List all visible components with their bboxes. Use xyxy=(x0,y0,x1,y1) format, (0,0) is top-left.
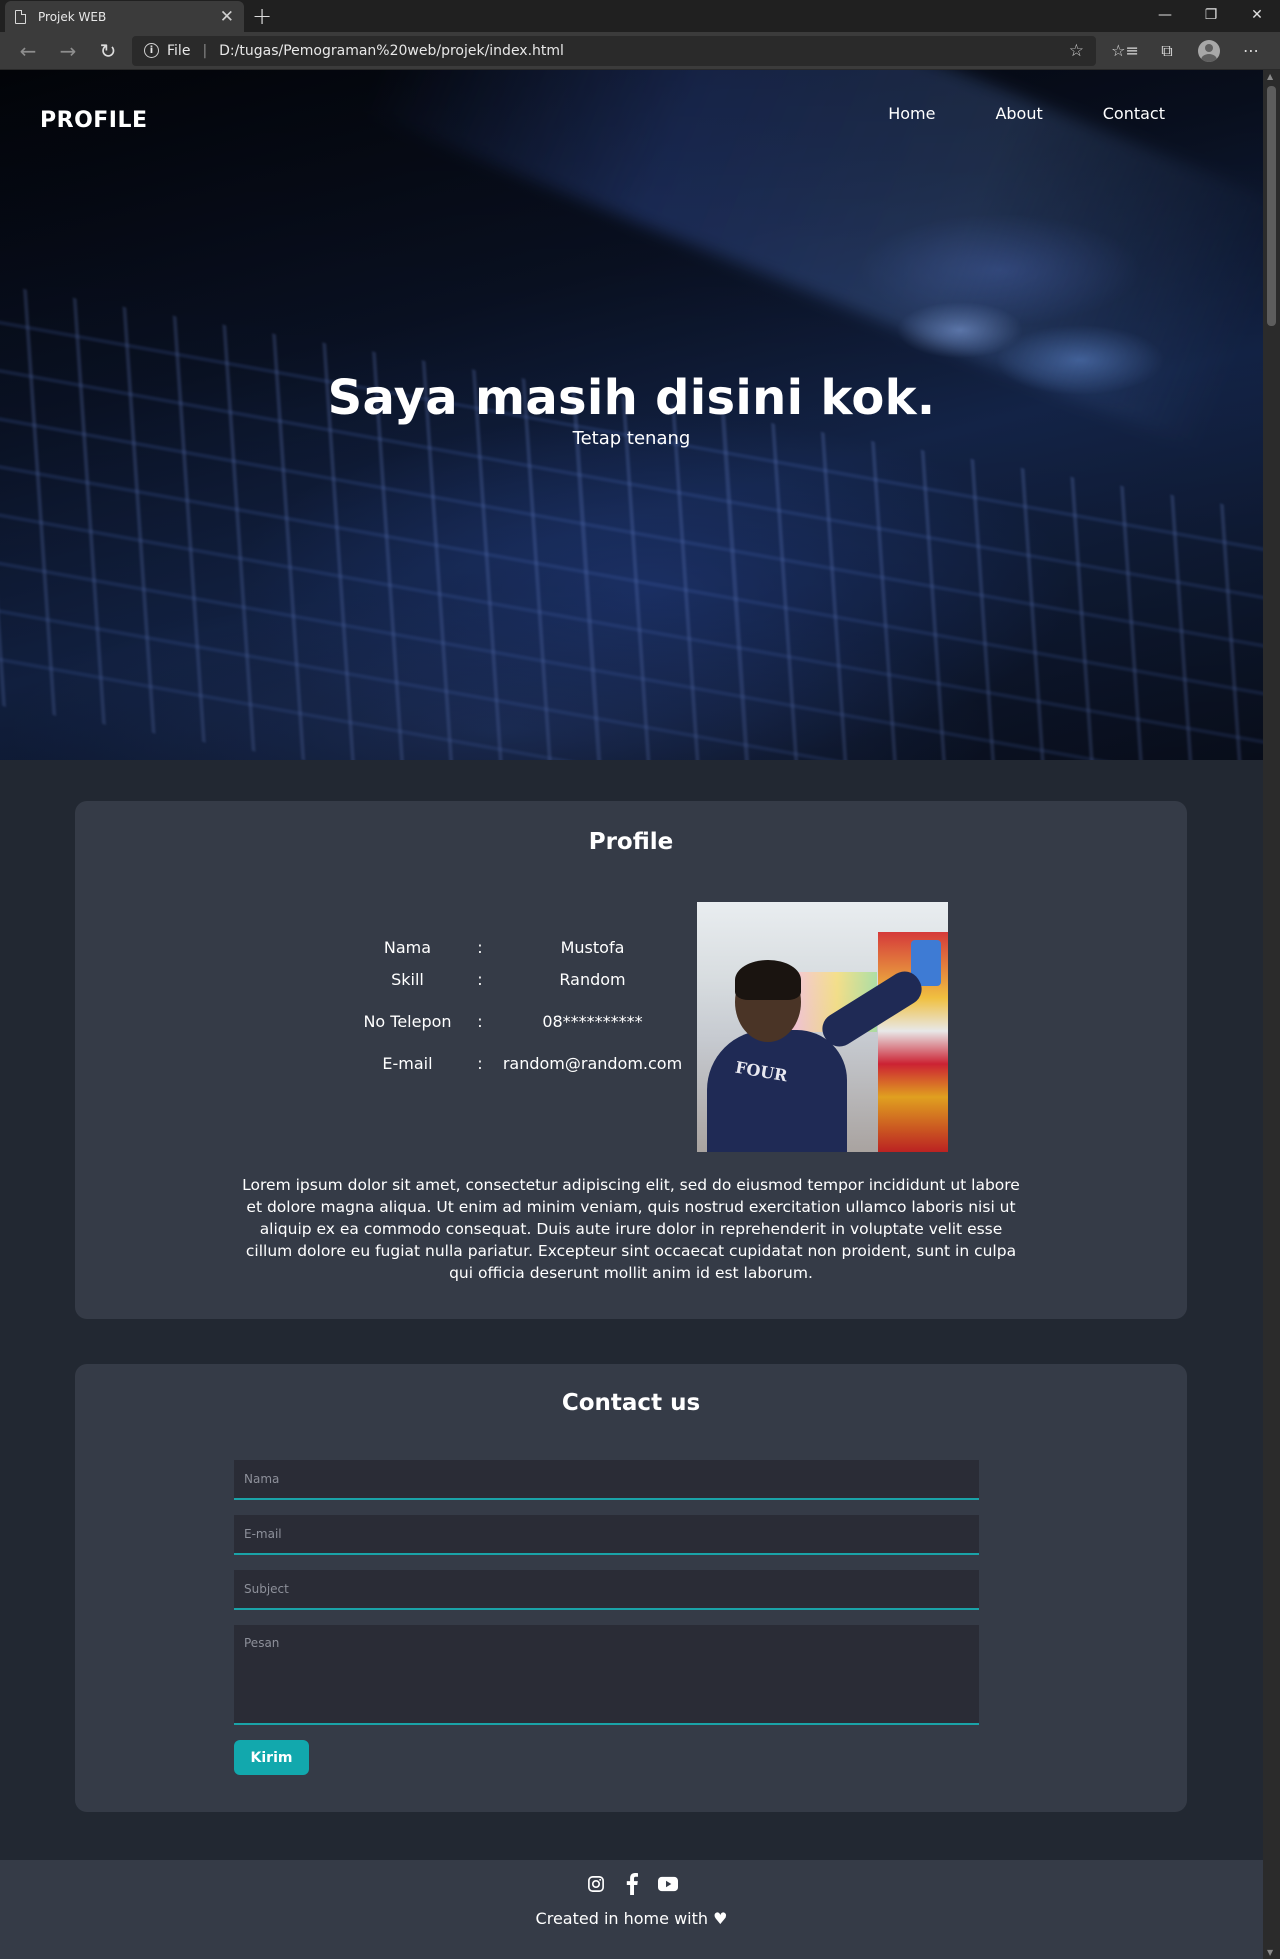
info-row-skill: Skill : Random xyxy=(350,963,690,995)
restore-icon[interactable]: ❐ xyxy=(1188,0,1234,30)
address-bar[interactable]: i File | D:/tugas/Pemograman%20web/proje… xyxy=(132,35,1096,66)
new-tab-button[interactable]: + xyxy=(252,2,272,30)
brand-logo[interactable]: PROFILE xyxy=(40,108,148,133)
more-menu-icon[interactable]: ⋯ xyxy=(1230,36,1272,66)
facebook-icon[interactable] xyxy=(622,1873,642,1895)
subject-input[interactable] xyxy=(234,1570,979,1610)
name-input[interactable] xyxy=(234,1460,979,1500)
profile-about-text: Lorem ipsum dolor sit amet, consectetur … xyxy=(242,1176,1020,1282)
contact-card: Contact us Kirim xyxy=(75,1364,1187,1812)
main-nav: Home About Contact xyxy=(888,104,1165,123)
minimize-icon[interactable]: — xyxy=(1142,0,1188,30)
info-separator: : xyxy=(477,1053,483,1073)
info-separator: : xyxy=(477,969,483,989)
email-input[interactable] xyxy=(234,1515,979,1555)
profile-avatar-icon[interactable] xyxy=(1188,36,1230,66)
info-label: Skill xyxy=(391,969,424,989)
scroll-up-icon[interactable]: ▲ xyxy=(1267,72,1273,81)
info-label: Nama xyxy=(383,937,432,957)
info-separator: : xyxy=(477,1011,483,1031)
info-label: E-mail xyxy=(382,1053,433,1073)
favorites-icon[interactable]: ☆≡ xyxy=(1104,36,1146,66)
info-value: 08********** xyxy=(542,1011,643,1031)
profile-heading: Profile xyxy=(588,829,674,855)
youtube-icon[interactable] xyxy=(657,1874,678,1894)
tab-close-icon[interactable]: ✕ xyxy=(220,7,234,27)
nav-home[interactable]: Home xyxy=(888,104,935,123)
hero-text: Saya masih disini kok. Tetap tenang xyxy=(0,370,1263,449)
window-controls: — ❐ ✕ xyxy=(1142,0,1280,30)
hero-subtitle: Tetap tenang xyxy=(572,428,691,449)
forward-icon[interactable]: → xyxy=(48,36,88,66)
document-icon xyxy=(15,9,26,24)
nav-contact[interactable]: Contact xyxy=(1103,104,1165,123)
contact-heading: Contact us xyxy=(561,1390,701,1416)
info-separator: : xyxy=(477,937,483,957)
favorite-star-icon[interactable]: ☆ xyxy=(1069,41,1084,61)
address-separator: | xyxy=(202,42,208,59)
info-value: Mustofa xyxy=(560,937,625,957)
page-viewport: PROFILE Home About Contact Saya masih di… xyxy=(0,70,1263,1959)
message-textarea[interactable] xyxy=(234,1625,979,1725)
browser-tabbar: Projek WEB ✕ + — ❐ ✕ xyxy=(0,0,1280,32)
info-row-name: Nama : Mustofa xyxy=(350,931,690,963)
info-label: No Telepon xyxy=(363,1011,452,1031)
page-footer: Created in home with ♥ xyxy=(0,1860,1263,1959)
url-text[interactable]: D:/tugas/Pemograman%20web/projek/index.h… xyxy=(219,43,1069,59)
window-close-icon[interactable]: ✕ xyxy=(1234,0,1280,30)
info-row-phone: No Telepon : 08********** xyxy=(350,995,690,1047)
profile-photo: FOUR xyxy=(697,902,948,1152)
tab-title: Projek WEB xyxy=(38,9,107,24)
browser-tab[interactable]: Projek WEB ✕ xyxy=(5,1,244,32)
hero-section: PROFILE Home About Contact Saya masih di… xyxy=(0,70,1263,760)
hero-title: Saya masih disini kok. xyxy=(327,370,936,426)
browser-toolbar: ← → ↻ i File | D:/tugas/Pemograman%20web… xyxy=(0,32,1280,70)
back-icon[interactable]: ← xyxy=(8,36,48,66)
social-links xyxy=(0,1873,1263,1895)
nav-about[interactable]: About xyxy=(995,104,1042,123)
page-scrollbar[interactable]: ▲ ▼ xyxy=(1263,70,1280,1959)
refresh-icon[interactable]: ↻ xyxy=(88,36,128,66)
profile-card: Profile Nama : Mustofa Skill : Random No… xyxy=(75,801,1187,1319)
footer-credit: Created in home with ♥ xyxy=(535,1909,728,1928)
instagram-icon[interactable] xyxy=(586,1874,606,1894)
info-row-email: E-mail : random@random.com xyxy=(350,1047,690,1079)
profile-info-table: Nama : Mustofa Skill : Random No Telepon… xyxy=(350,931,690,1079)
info-value: random@random.com xyxy=(502,1053,683,1073)
address-prefix: File xyxy=(167,42,191,59)
info-icon[interactable]: i xyxy=(144,43,159,58)
submit-button[interactable]: Kirim xyxy=(234,1740,309,1775)
collections-icon[interactable]: ⧉ xyxy=(1146,36,1188,66)
scroll-down-icon[interactable]: ▼ xyxy=(1267,1948,1273,1957)
info-value: Random xyxy=(559,969,626,989)
scrollbar-thumb[interactable] xyxy=(1267,86,1276,326)
